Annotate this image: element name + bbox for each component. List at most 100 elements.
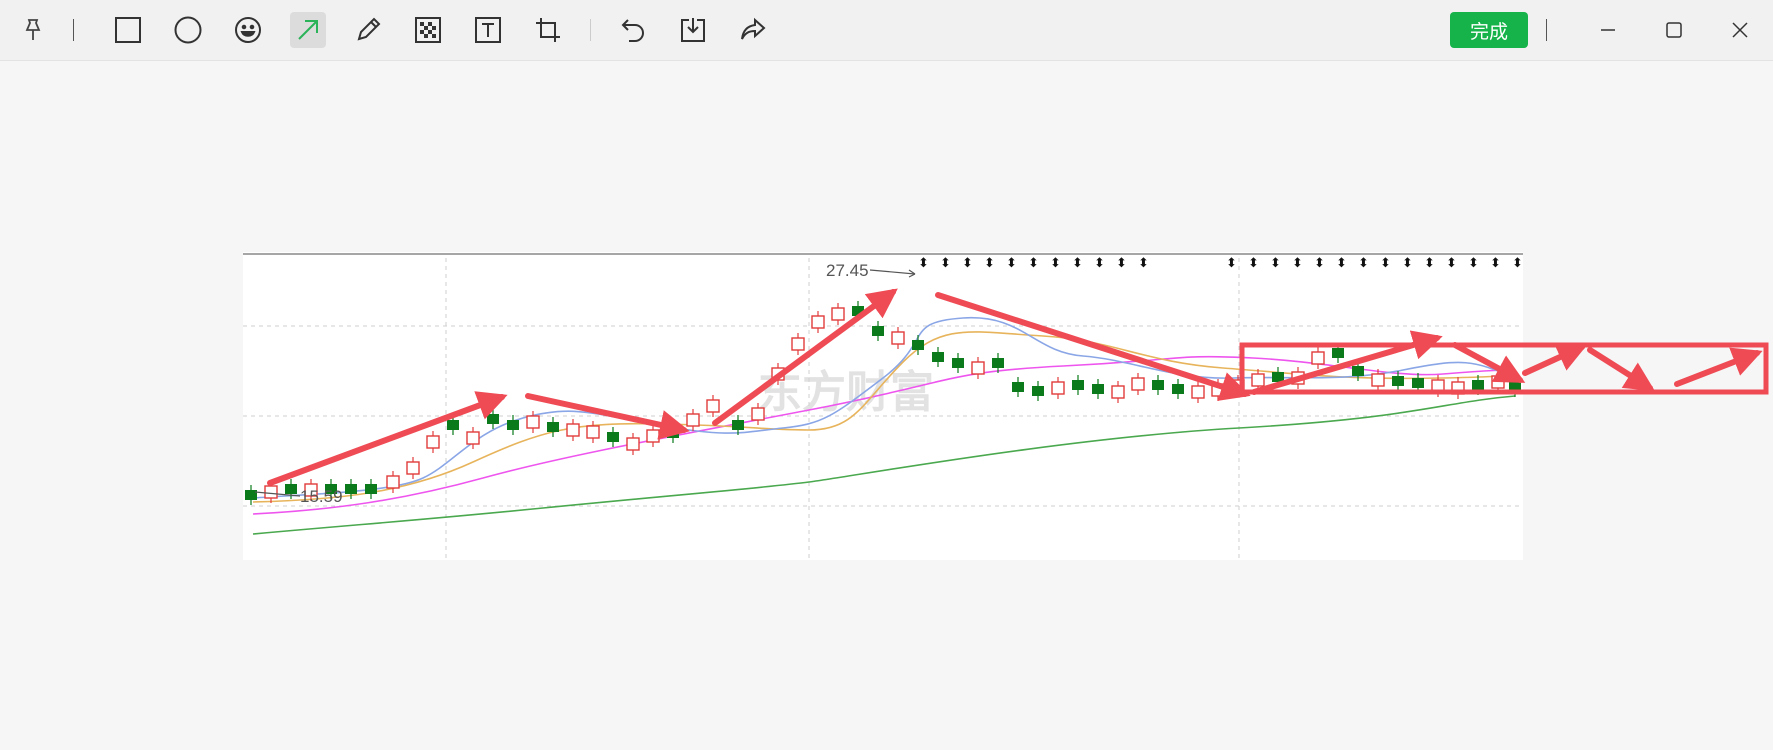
signal-marker: ⬍ (1072, 256, 1083, 271)
signal-marker: ⬍ (1138, 256, 1149, 271)
candlestick-chart: 东方财富 ⬍ ⬍ ⬍ ⬍ ⬍ ⬍ ⬍ ⬍ ⬍ ⬍ ⬍ ⬍ ⬍ ⬍ ⬍ ⬍ ⬍ ⬍ ⬍ ⬍ ⬍ ⬍ ⬍ ⬍ ⬍ 27.45 15.… (243, 253, 1523, 560)
pencil-tool-icon[interactable] (350, 12, 386, 48)
candle-body (1509, 382, 1521, 392)
signal-marker: ⬍ (1292, 256, 1303, 271)
candle-body (406, 461, 420, 475)
candle-body (1412, 378, 1424, 388)
candle-body (547, 422, 559, 432)
candle-body (466, 431, 480, 445)
annotation-arrow (1587, 347, 1656, 392)
low-price-label: 15.59 (300, 487, 343, 506)
captured-chart: 东方财富 ⬍ ⬍ ⬍ ⬍ ⬍ ⬍ ⬍ ⬍ ⬍ ⬍ ⬍ ⬍ ⬍ ⬍ ⬍ ⬍ ⬍ ⬍ ⬍ ⬍ ⬍ ⬍ ⬍ ⬍ ⬍ 27.45 15.… (243, 252, 1523, 560)
candle-body (1352, 366, 1364, 376)
candle-body (912, 340, 924, 350)
maximize-icon[interactable] (1654, 12, 1694, 48)
candle-body (706, 399, 720, 413)
mosaic-tool-icon[interactable] (410, 12, 446, 48)
signal-marker: ⬍ (1116, 256, 1127, 271)
candle-body (1392, 376, 1404, 386)
signal-marker: ⬍ (1226, 256, 1237, 271)
candle-body (667, 428, 679, 438)
signal-marker: ⬍ (1490, 256, 1501, 271)
emoji-tool-icon[interactable] (230, 12, 266, 48)
candle-body (487, 414, 499, 424)
annotation-arrow (1674, 347, 1763, 387)
candle-body (426, 435, 440, 449)
signal-marker: ⬍ (1446, 256, 1457, 271)
candle-body (992, 358, 1004, 368)
signal-marker: ⬍ (1336, 256, 1347, 271)
candle-body (1092, 384, 1104, 394)
toolbar-separator (73, 19, 74, 41)
candle-body (586, 425, 600, 439)
minimize-icon[interactable] (1588, 12, 1628, 48)
signal-marker: ⬍ (1468, 256, 1479, 271)
signal-marker: ⬍ (962, 256, 973, 271)
candle-body (1332, 348, 1344, 358)
signal-marker: ⬍ (1402, 256, 1413, 271)
candle-body (507, 420, 519, 430)
candle-body (751, 407, 765, 421)
signal-marker: ⬍ (1270, 256, 1281, 271)
signal-marker: ⬍ (1006, 256, 1017, 271)
candle-body (811, 315, 825, 329)
toolbar-separator (1546, 19, 1547, 41)
candle-body (1172, 384, 1184, 394)
candle-body (971, 361, 985, 375)
high-price-label: 27.45 (826, 261, 869, 280)
annotation-arrow (1522, 343, 1588, 376)
pin-icon[interactable] (15, 12, 51, 48)
candle-body (1111, 385, 1125, 399)
signal-marker: ⬍ (1314, 256, 1325, 271)
candle-body (732, 420, 744, 430)
candle-body (566, 423, 580, 437)
signal-marker: ⬍ (1248, 256, 1259, 271)
signal-marker: ⬍ (940, 256, 951, 271)
candle-body (872, 326, 884, 336)
arrow-tool-icon[interactable] (290, 12, 326, 48)
candle-body (646, 429, 660, 443)
done-button[interactable]: 完成 (1450, 12, 1528, 48)
candle-body (1311, 351, 1325, 365)
candle-body (1051, 381, 1065, 395)
candle-body (686, 413, 700, 427)
ellipse-tool-icon[interactable] (170, 12, 206, 48)
candle-body (932, 352, 944, 362)
undo-icon[interactable] (615, 12, 651, 48)
candle-body (1291, 371, 1305, 385)
candle-body (1272, 372, 1284, 382)
candle-body (771, 367, 785, 381)
candle-body (1251, 373, 1265, 387)
save-icon[interactable] (675, 12, 711, 48)
candle-body (607, 432, 619, 442)
candle-body (526, 415, 540, 429)
candle-body (1211, 383, 1225, 397)
signal-marker: ⬍ (984, 256, 995, 271)
candle-body (365, 484, 377, 494)
toolbar-separator (590, 19, 591, 41)
signal-marker: ⬍ (918, 256, 929, 271)
close-icon[interactable] (1720, 12, 1760, 48)
candle-body (447, 420, 459, 430)
candle-body (952, 358, 964, 368)
signal-marker: ⬍ (1028, 256, 1039, 271)
candle-body (1131, 377, 1145, 391)
candle-body (1371, 373, 1385, 387)
candle-body (345, 484, 357, 494)
candle-body (891, 331, 905, 345)
candle-body (1032, 386, 1044, 396)
crop-tool-icon[interactable] (530, 12, 566, 48)
candle-body (1451, 381, 1465, 395)
rectangle-tool-icon[interactable] (110, 12, 146, 48)
candle-body (1231, 379, 1245, 393)
candle-body (831, 307, 845, 321)
signal-marker: ⬍ (1094, 256, 1105, 271)
text-tool-icon[interactable] (470, 12, 506, 48)
candle-body (264, 485, 278, 499)
candle-body (1191, 385, 1205, 399)
candle-body (791, 337, 805, 351)
candle-body (626, 437, 640, 451)
signal-markers: ⬍ ⬍ ⬍ ⬍ ⬍ ⬍ ⬍ ⬍ ⬍ ⬍ ⬍ ⬍ ⬍ ⬍ ⬍ ⬍ ⬍ ⬍ ⬍ ⬍ ⬍ ⬍ ⬍ ⬍ ⬍ (918, 256, 1523, 271)
candle-body (1012, 382, 1024, 392)
share-icon[interactable] (735, 12, 771, 48)
